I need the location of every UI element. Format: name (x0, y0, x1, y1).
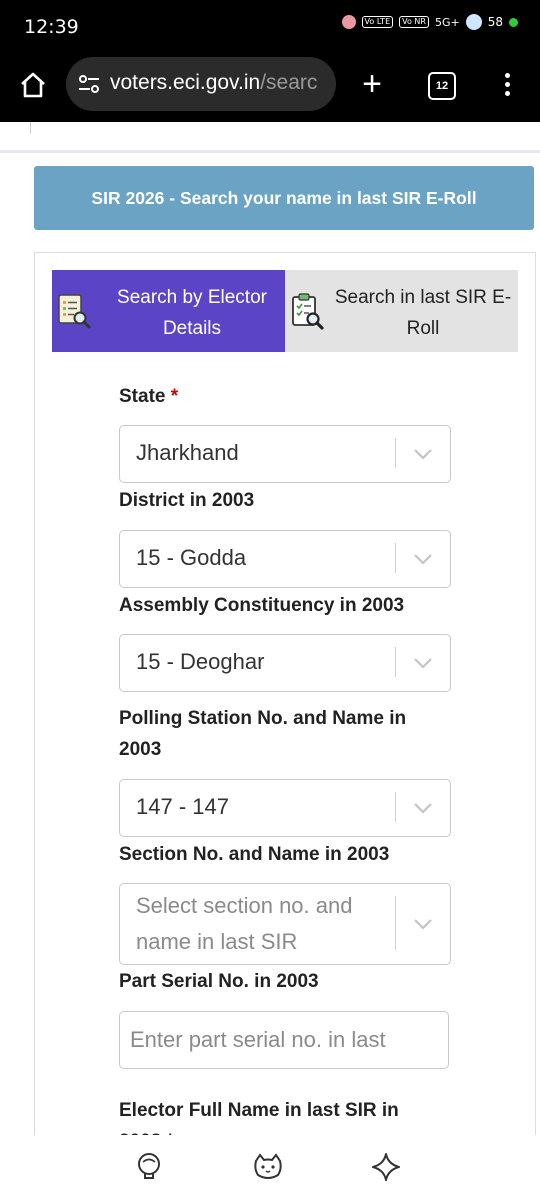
volte-badge: Vo LTE (361, 16, 394, 28)
tab-label: Search by Elector Details (117, 287, 267, 339)
district-select[interactable]: 15 - Godda (119, 530, 451, 588)
header-divider (0, 150, 540, 153)
assembly-select-value: 15 - Deoghar (136, 649, 265, 674)
clipboard-search-icon (292, 293, 324, 330)
chevron-down-icon[interactable] (412, 917, 434, 931)
vonr-badge: Vo NR (399, 16, 429, 28)
select-separator (395, 647, 396, 677)
sparkle-icon[interactable] (370, 1151, 402, 1183)
polling-station-label: Polling Station No. and Name in 2003 (119, 708, 407, 760)
url-host: voters.eci.gov.in (110, 71, 261, 94)
chevron-down-icon[interactable] (412, 801, 434, 815)
tab-label: Search in last SIR E-Roll (334, 287, 512, 339)
tab-search-by-elector-details[interactable]: Search by Elector Details (52, 270, 285, 352)
select-separator (395, 792, 396, 822)
state-select[interactable]: Jharkhand (119, 425, 451, 483)
url-text[interactable]: voters.eci.gov.in/searc (110, 71, 317, 95)
sir-banner[interactable]: SIR 2026 - Search your name in last SIR … (34, 166, 534, 230)
weather-icon (465, 14, 482, 30)
polling-station-select-value: 147 - 147 (136, 794, 229, 819)
part-serial-input[interactable] (119, 1011, 449, 1069)
assembly-select[interactable]: 15 - Deoghar (119, 634, 451, 692)
chevron-down-icon[interactable] (412, 552, 434, 566)
select-separator (395, 438, 396, 468)
cat-face-icon[interactable] (252, 1151, 284, 1183)
tab-search-in-last-sir-e-roll[interactable]: Search in last SIR E-Roll (285, 270, 518, 352)
address-bar[interactable]: voters.eci.gov.in/searc (66, 57, 336, 111)
plus-icon: + (362, 65, 382, 103)
required-mark: * (170, 386, 179, 407)
home-button[interactable] (18, 70, 48, 100)
notification-flower-icon (341, 15, 356, 29)
select-separator (395, 543, 396, 573)
sir-banner-title: SIR 2026 - Search your name in last SIR … (91, 187, 477, 208)
section-label: Section No. and Name in 2003 (119, 844, 390, 865)
lightbulb-icon[interactable] (134, 1151, 166, 1183)
section-select[interactable]: Select section no. and name in last SIR (119, 883, 451, 965)
page-top-strip (0, 122, 540, 152)
privacy-indicator-icon (509, 17, 518, 27)
new-tab-button[interactable]: + (356, 64, 388, 104)
status-time: 12:39 (24, 16, 79, 38)
part-serial-label: Part Serial No. in 2003 (119, 971, 319, 992)
district-label: District in 2003 (119, 490, 255, 511)
state-select-value: Jharkhand (136, 440, 239, 465)
more-vert-icon (497, 73, 517, 96)
section-select-placeholder: Select section no. and name in last SIR (136, 893, 353, 954)
battery-level: 58 (487, 15, 503, 29)
network-type: 5G+ (434, 15, 460, 29)
status-icons: Vo LTE Vo NR 5G+ 58 (341, 14, 518, 30)
search-card: Search by Elector Details Search in last… (34, 252, 536, 1153)
tab-count: 12 (435, 80, 449, 92)
polling-station-select[interactable]: 147 - 147 (119, 779, 451, 837)
url-path: /searc (260, 71, 318, 94)
select-separator (395, 896, 396, 950)
state-label: State * (119, 381, 449, 412)
status-bar: 12:39 Vo LTE Vo NR 5G+ 58 (0, 0, 540, 52)
tune-icon[interactable] (78, 74, 100, 94)
chevron-down-icon[interactable] (412, 447, 434, 461)
document-search-icon (58, 294, 91, 329)
tab-switcher-button[interactable]: 12 (428, 72, 456, 100)
bottom-navigation (0, 1135, 540, 1200)
search-tabs: Search by Elector Details Search in last… (52, 270, 519, 352)
state-label-text: State (119, 386, 166, 407)
more-menu-button[interactable] (497, 70, 517, 100)
district-select-value: 15 - Godda (136, 545, 247, 570)
browser-toolbar: voters.eci.gov.in/searc + 12 (0, 52, 540, 122)
chevron-down-icon[interactable] (412, 656, 434, 670)
home-icon (21, 72, 45, 98)
assembly-label: Assembly Constituency in 2003 (119, 595, 405, 616)
